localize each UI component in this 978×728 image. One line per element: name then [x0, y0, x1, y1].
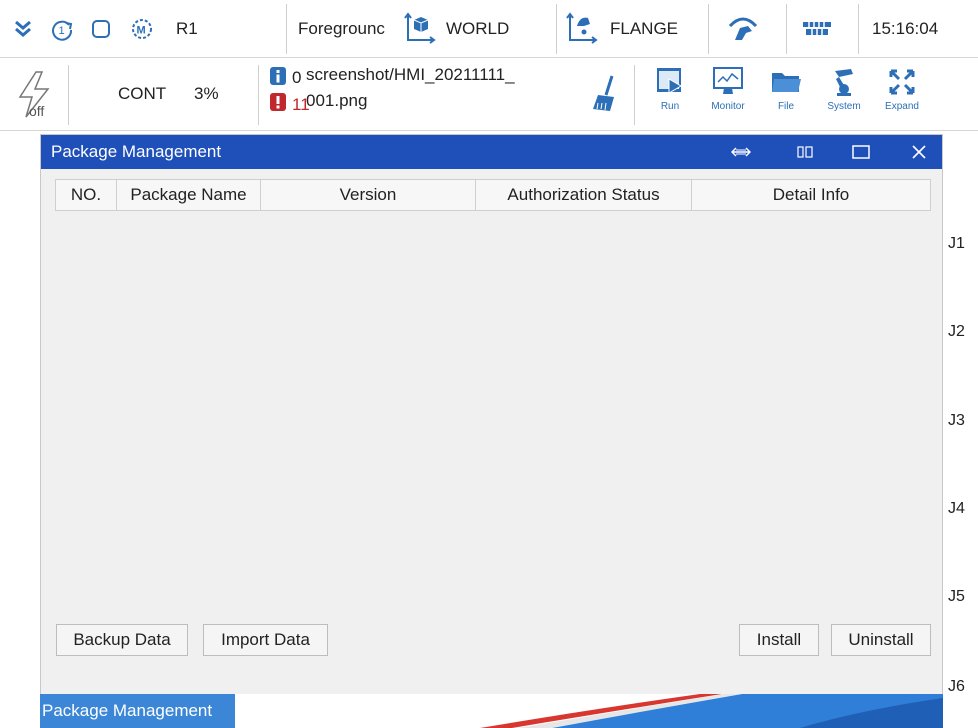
column-detail-info[interactable]: Detail Info — [691, 179, 931, 211]
clear-broom-icon[interactable] — [590, 73, 624, 117]
package-table-body[interactable] — [55, 211, 931, 611]
uninstall-button[interactable]: Uninstall — [831, 624, 931, 656]
joint-label-j5[interactable]: J5 — [948, 588, 965, 606]
single-cycle-icon[interactable]: 1 — [50, 0, 80, 58]
file-path-line1: screenshot/HMI_20211111_ — [306, 65, 515, 84]
separator — [286, 4, 287, 54]
monitor-icon — [713, 67, 743, 94]
robot-status-icon[interactable] — [726, 0, 770, 58]
separator — [556, 4, 557, 54]
dialog-title: Package Management — [51, 142, 222, 161]
tool-frame-icon[interactable] — [564, 0, 604, 58]
system-label: System — [827, 101, 861, 112]
column-no[interactable]: NO. — [55, 179, 116, 211]
separator — [634, 65, 635, 125]
servo-off-label: off — [29, 103, 45, 119]
taskbar-item-package-management[interactable]: Package Management — [40, 694, 235, 728]
expand-icon — [889, 69, 915, 95]
svg-text:1: 1 — [59, 25, 65, 37]
backup-data-button[interactable]: Backup Data — [56, 624, 188, 656]
run-icon — [657, 68, 682, 94]
package-table-header: NO. Package Name Version Authorization S… — [55, 179, 931, 211]
folder-icon — [772, 73, 801, 92]
coordinate-mode[interactable]: Foregrounc — [298, 0, 390, 58]
close-icon[interactable] — [899, 135, 939, 169]
speed-label[interactable]: 3% — [194, 84, 219, 104]
svg-text:M: M — [137, 25, 146, 37]
joint-label-j3[interactable]: J3 — [948, 412, 965, 430]
robot-label[interactable]: R1 — [176, 0, 236, 58]
column-package-name[interactable]: Package Name — [116, 179, 260, 211]
info-count: 0 — [292, 68, 302, 87]
maximize-icon[interactable] — [841, 135, 881, 169]
separator — [708, 4, 709, 54]
package-management-dialog: Package Management NO. Package Name Vers… — [40, 134, 943, 722]
joint-label-j4[interactable]: J4 — [948, 500, 965, 518]
split-view-icon[interactable] — [785, 135, 825, 169]
expand-label: Expand — [885, 101, 919, 112]
column-authorization-status[interactable]: Authorization Status — [475, 179, 691, 211]
dialog-title-bar[interactable]: Package Management — [41, 135, 942, 169]
import-data-button[interactable]: Import Data — [203, 624, 328, 656]
io-module-icon[interactable] — [800, 0, 844, 58]
clock: 15:16:04 — [872, 19, 939, 38]
monitor-button[interactable]: Monitor — [700, 61, 756, 127]
taskbar: Package Management — [40, 694, 943, 728]
manual-mode-icon[interactable]: M — [130, 0, 160, 58]
run-button[interactable]: Run — [642, 61, 698, 127]
collapse-chevron-icon[interactable] — [12, 0, 38, 58]
joint-label-j6[interactable]: J6 — [948, 678, 965, 696]
resize-horizontal-icon[interactable] — [721, 135, 761, 169]
taskbar-item-label: Package Management — [42, 701, 213, 720]
stop-square-icon[interactable] — [90, 0, 120, 58]
run-mode-label[interactable]: CONT — [118, 84, 166, 104]
info-icon[interactable] — [270, 67, 286, 85]
joint-label-j1[interactable]: J1 — [948, 235, 965, 253]
separator — [786, 4, 787, 54]
file-path-line2: 001.png — [306, 91, 368, 110]
joint-label-j2[interactable]: J2 — [948, 323, 965, 341]
error-icon[interactable] — [270, 93, 286, 111]
run-label: Run — [660, 101, 680, 112]
control-bar: off CONT 3% 0 11 screenshot/HMI_20211111… — [0, 59, 978, 131]
robot-arm-icon — [835, 69, 853, 96]
separator — [858, 4, 859, 54]
expand-button[interactable]: Expand — [874, 61, 930, 127]
file-label: File — [777, 101, 795, 112]
tool-frame-label[interactable]: FLANGE — [610, 0, 700, 58]
monitor-label: Monitor — [711, 101, 745, 112]
column-version[interactable]: Version — [260, 179, 475, 211]
world-frame-label[interactable]: WORLD — [446, 0, 546, 58]
file-button[interactable]: File — [758, 61, 814, 127]
install-button[interactable]: Install — [739, 624, 819, 656]
separator — [258, 65, 259, 125]
system-button[interactable]: System — [816, 61, 872, 127]
world-frame-icon[interactable] — [402, 0, 442, 58]
top-status-bar: 1 M R1 Foregrounc WORLD FLANGE 15:16:04 — [0, 0, 978, 58]
separator — [68, 65, 69, 125]
